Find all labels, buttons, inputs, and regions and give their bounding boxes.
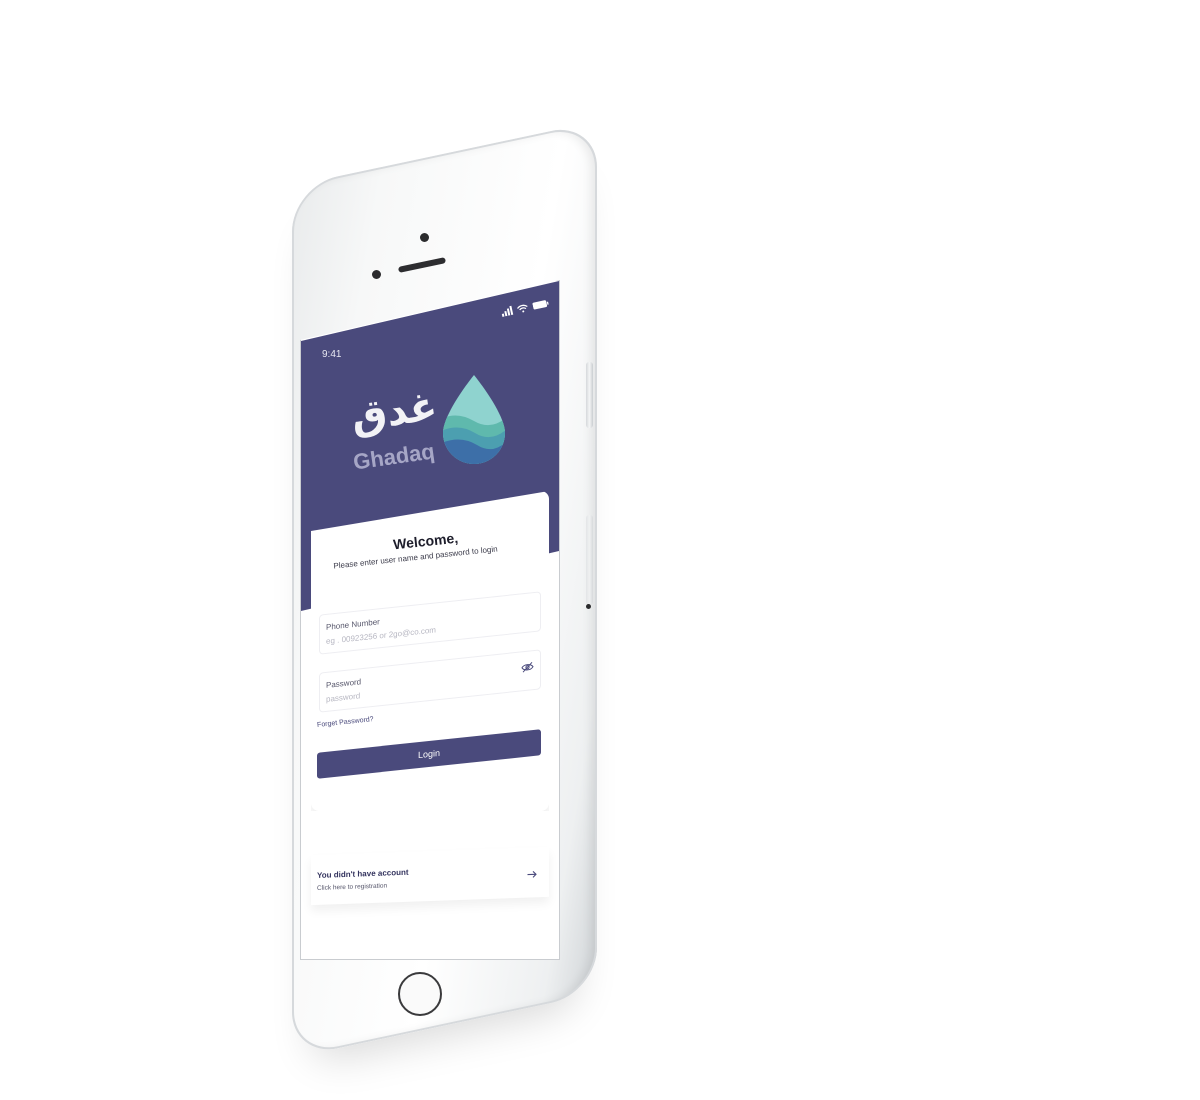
side-dot (586, 604, 591, 609)
proximity-sensor (372, 270, 381, 279)
eye-off-icon[interactable] (521, 659, 534, 678)
status-time: 9:41 (322, 349, 342, 360)
front-camera (420, 233, 429, 242)
password-field[interactable]: Password (319, 649, 541, 713)
wifi-icon (516, 303, 528, 313)
phone-number-label: Phone Number (326, 617, 380, 632)
login-card: Welcome, Please enter user name and pass… (311, 491, 549, 811)
arrow-right-icon[interactable] (527, 865, 537, 883)
register-subtitle: Click here to registration (317, 882, 388, 892)
password-label: Password (326, 677, 362, 690)
phone-power-button (586, 515, 593, 605)
product-mockup: 9:41 غدق Ghadaq Welcome, Please enter us… (0, 0, 1200, 1100)
register-panel[interactable]: You didn't have account Click here to re… (311, 846, 549, 906)
login-button[interactable]: Login (317, 729, 541, 779)
app-screen: 9:41 غدق Ghadaq Welcome, Please enter us… (300, 280, 560, 960)
phone-number-field[interactable]: Phone Number (319, 591, 541, 655)
water-drop-icon (441, 373, 507, 470)
register-title: You didn't have account (317, 867, 409, 880)
home-button[interactable] (398, 972, 442, 1016)
forgot-password-link[interactable]: Forget Password? (317, 716, 374, 729)
phone-volume-button (586, 362, 593, 428)
